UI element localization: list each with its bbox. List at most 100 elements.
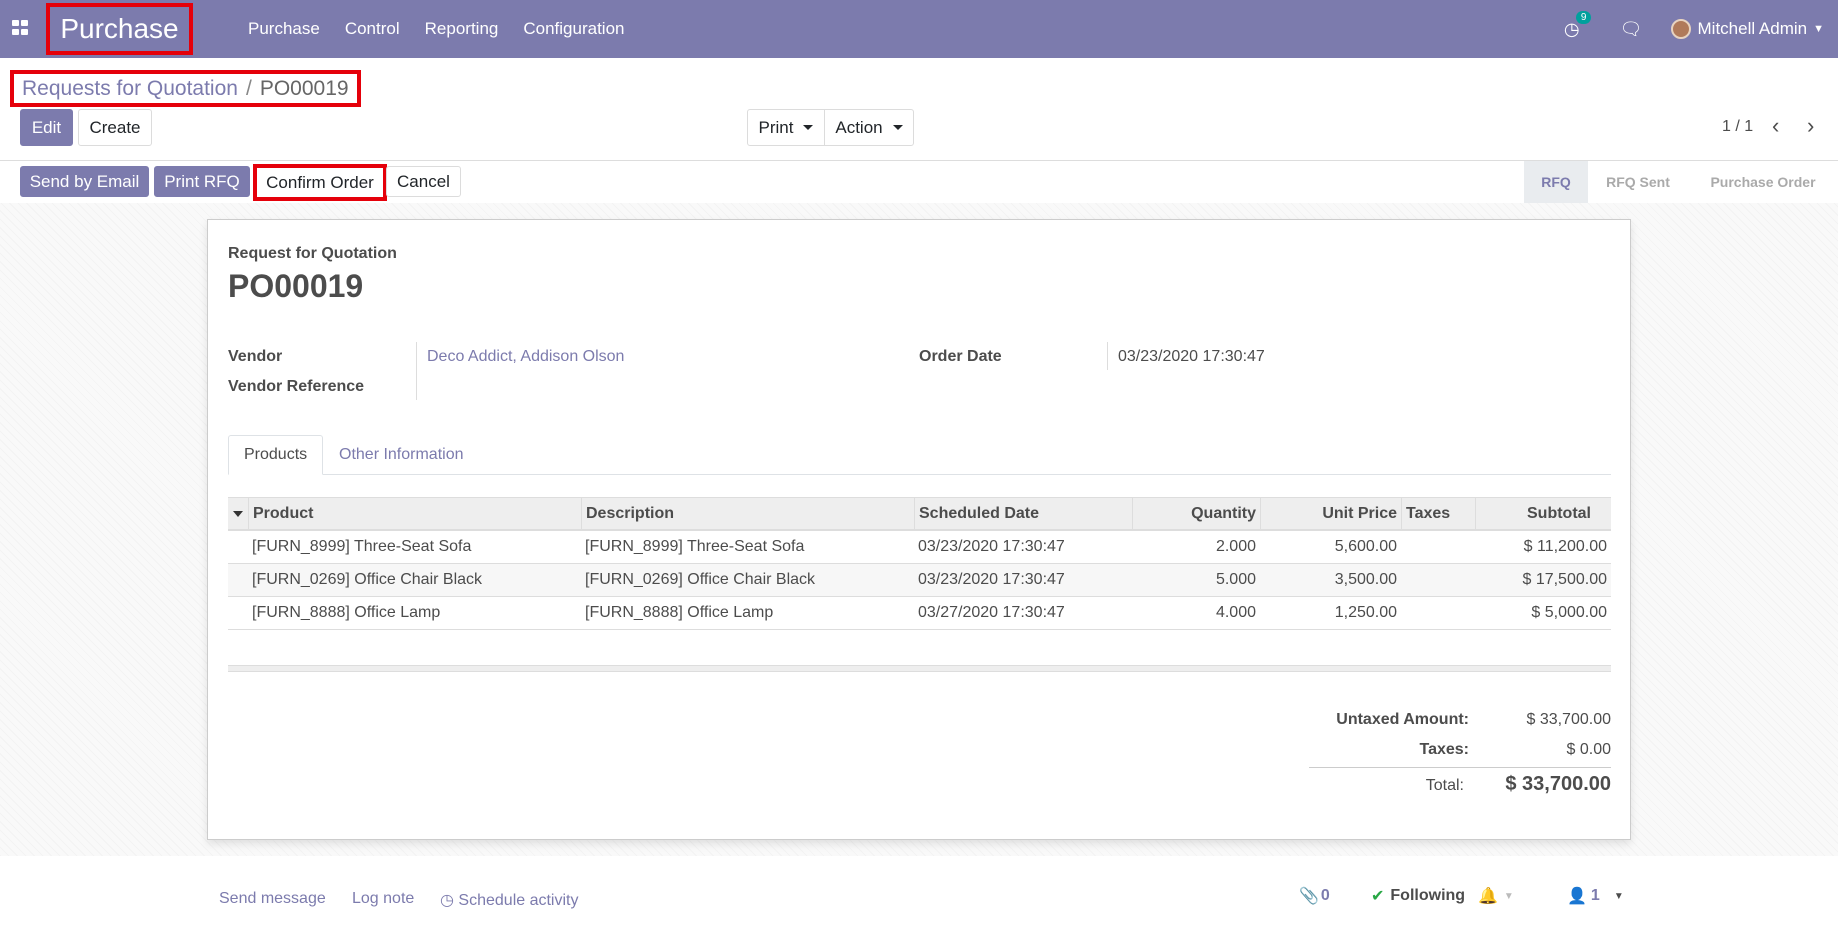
cell-description: [FURN_8999] Three-Seat Sofa	[585, 538, 805, 555]
table-row[interactable]: [FURN_8999] Three-Seat Sofa [FURN_8999] …	[228, 531, 1611, 564]
main-menu: Purchase Control Reporting Configuration	[248, 0, 649, 58]
activity-menu[interactable]: ◷ 9	[1564, 10, 1592, 40]
pager-value[interactable]: 1 / 1	[1722, 118, 1753, 136]
avatar[interactable]	[1670, 19, 1691, 39]
schedule-activity-label: Schedule activity	[458, 892, 579, 909]
column-header-subtotal[interactable]: Subtotal	[1475, 498, 1611, 530]
cell-taxes	[1401, 564, 1475, 596]
following-button[interactable]: ✔ Following	[1371, 886, 1465, 906]
cell-product: [FURN_8888] Office Lamp	[252, 604, 441, 621]
column-header-scheduled-date[interactable]: Scheduled Date	[914, 498, 1132, 530]
cell-description: [FURN_0269] Office Chair Black	[585, 571, 816, 588]
attachments-count: 0	[1320, 887, 1330, 904]
stage-purchase-order[interactable]: Purchase Order	[1688, 161, 1838, 203]
log-note-button[interactable]: Log note	[352, 890, 414, 908]
table-footer	[228, 665, 1611, 672]
totals-separator	[1309, 767, 1611, 768]
cell-description: [FURN_8888] Office Lamp	[585, 604, 774, 621]
column-header-description[interactable]: Description	[581, 498, 914, 530]
field-divider	[416, 342, 417, 400]
cell-subtotal: $ 11,200.00	[1523, 538, 1607, 555]
chevron-left-icon[interactable]: ‹	[1772, 113, 1779, 139]
column-header-product[interactable]: Product	[248, 498, 581, 530]
breadcrumb-parent[interactable]: Requests for Quotation	[22, 77, 238, 101]
user-caret-icon[interactable]: ▼	[1813, 23, 1824, 35]
cell-taxes	[1401, 597, 1475, 629]
field-divider	[1107, 342, 1108, 370]
vendor-reference-label: Vendor Reference	[228, 378, 365, 395]
caret-down-icon: ▼	[1503, 890, 1514, 902]
print-dropdown[interactable]: Print	[747, 109, 825, 146]
form-sheet: Request for Quotation PO00019 Vendor Ven…	[207, 219, 1631, 840]
breadcrumb-separator: /	[245, 76, 252, 100]
table-body: [FURN_8999] Three-Seat Sofa [FURN_8999] …	[228, 531, 1611, 630]
caret-down-icon	[803, 125, 814, 130]
create-button[interactable]: Create	[78, 109, 152, 146]
breadcrumb-current: PO00019	[259, 76, 349, 100]
menu-purchase[interactable]: Purchase	[248, 19, 320, 39]
cell-subtotal: $ 5,000.00	[1531, 604, 1607, 621]
table-row[interactable]: [FURN_8888] Office Lamp [FURN_8888] Offi…	[228, 597, 1611, 630]
document-title: PO00019	[228, 268, 364, 304]
print-rfq-button[interactable]: Print RFQ	[154, 166, 250, 197]
total-value: $ 33,700.00	[1505, 773, 1611, 795]
caret-down-icon	[892, 125, 903, 130]
stage-rfq-sent[interactable]: RFQ Sent	[1588, 161, 1688, 203]
chevron-right-icon[interactable]: ›	[1807, 113, 1814, 139]
cell-scheduled-date: 03/23/2020 17:30:47	[918, 538, 1065, 555]
cell-unit-price: 3,500.00	[1334, 571, 1397, 588]
schedule-activity-button[interactable]: ◷ Schedule activity	[440, 890, 578, 910]
cell-subtotal: $ 17,500.00	[1522, 571, 1607, 588]
clock-icon: ◷	[440, 892, 454, 909]
column-header-unit-price[interactable]: Unit Price	[1260, 498, 1401, 530]
stage-rfq[interactable]: RFQ	[1524, 161, 1588, 203]
cancel-button[interactable]: Cancel	[386, 166, 461, 197]
chat-icon[interactable]: 🗨	[1620, 19, 1643, 40]
tab-other-information[interactable]: Other Information	[324, 435, 479, 475]
order-date-label: Order Date	[919, 348, 1002, 365]
send-by-email-button[interactable]: Send by Email	[20, 166, 149, 197]
vendor-label: Vendor	[228, 348, 283, 365]
action-dropdown[interactable]: Action	[824, 109, 914, 146]
user-name[interactable]: Mitchell Admin	[1698, 19, 1808, 39]
followers-dropdown[interactable]: 👤 1 ▼	[1567, 886, 1624, 906]
taxes-label: Taxes:	[1419, 741, 1469, 758]
vendor-field[interactable]: Deco Addict, Addison Olson	[427, 348, 624, 366]
following-label: Following	[1390, 887, 1466, 904]
confirm-order-button[interactable]: Confirm Order	[253, 164, 387, 201]
cell-scheduled-date: 03/27/2020 17:30:47	[918, 604, 1065, 621]
order-lines-table: Product Description Scheduled Date Quant…	[228, 497, 1611, 630]
check-icon: ✔	[1371, 888, 1385, 905]
app-brand[interactable]: Purchase	[46, 3, 193, 55]
action-label: Action	[835, 117, 883, 137]
status-stages: RFQ RFQ Sent Purchase Order	[1524, 161, 1838, 203]
untaxed-amount-label: Untaxed Amount:	[1336, 711, 1469, 728]
cell-quantity: 5.000	[1215, 571, 1256, 588]
apps-menu-icon[interactable]	[12, 20, 30, 36]
taxes-value: $ 0.00	[1566, 741, 1611, 758]
edit-button[interactable]: Edit	[20, 109, 73, 146]
untaxed-amount-value: $ 33,700.00	[1526, 711, 1611, 728]
cell-product: [FURN_0269] Office Chair Black	[252, 571, 483, 588]
cell-taxes	[1401, 531, 1475, 563]
sort-handle-icon[interactable]	[228, 498, 248, 530]
order-date-field: 03/23/2020 17:30:47	[1118, 348, 1265, 365]
tab-products[interactable]: Products	[228, 435, 324, 475]
menu-configuration[interactable]: Configuration	[523, 19, 624, 39]
attachments-button[interactable]: 📎 0	[1299, 886, 1330, 906]
column-header-taxes[interactable]: Taxes	[1401, 498, 1475, 530]
menu-reporting[interactable]: Reporting	[425, 19, 499, 39]
cell-product: [FURN_8999] Three-Seat Sofa	[252, 538, 472, 555]
cell-quantity: 2.000	[1215, 538, 1256, 555]
paperclip-icon: 📎	[1299, 888, 1319, 905]
activity-badge: 9	[1575, 10, 1592, 24]
document-subtitle: Request for Quotation	[228, 245, 397, 262]
bell-icon: 🔔	[1478, 888, 1498, 905]
navbar-right: ◷ 9 🗨 Mitchell Admin ▼	[1564, 0, 1838, 58]
column-header-quantity[interactable]: Quantity	[1132, 498, 1260, 530]
send-message-button[interactable]: Send message	[219, 890, 326, 908]
notebook-tabs: Products Other Information	[228, 435, 1611, 475]
menu-control[interactable]: Control	[345, 19, 400, 39]
notifications-dropdown[interactable]: 🔔 ▼	[1478, 886, 1514, 906]
table-row[interactable]: [FURN_0269] Office Chair Black [FURN_026…	[228, 564, 1611, 597]
